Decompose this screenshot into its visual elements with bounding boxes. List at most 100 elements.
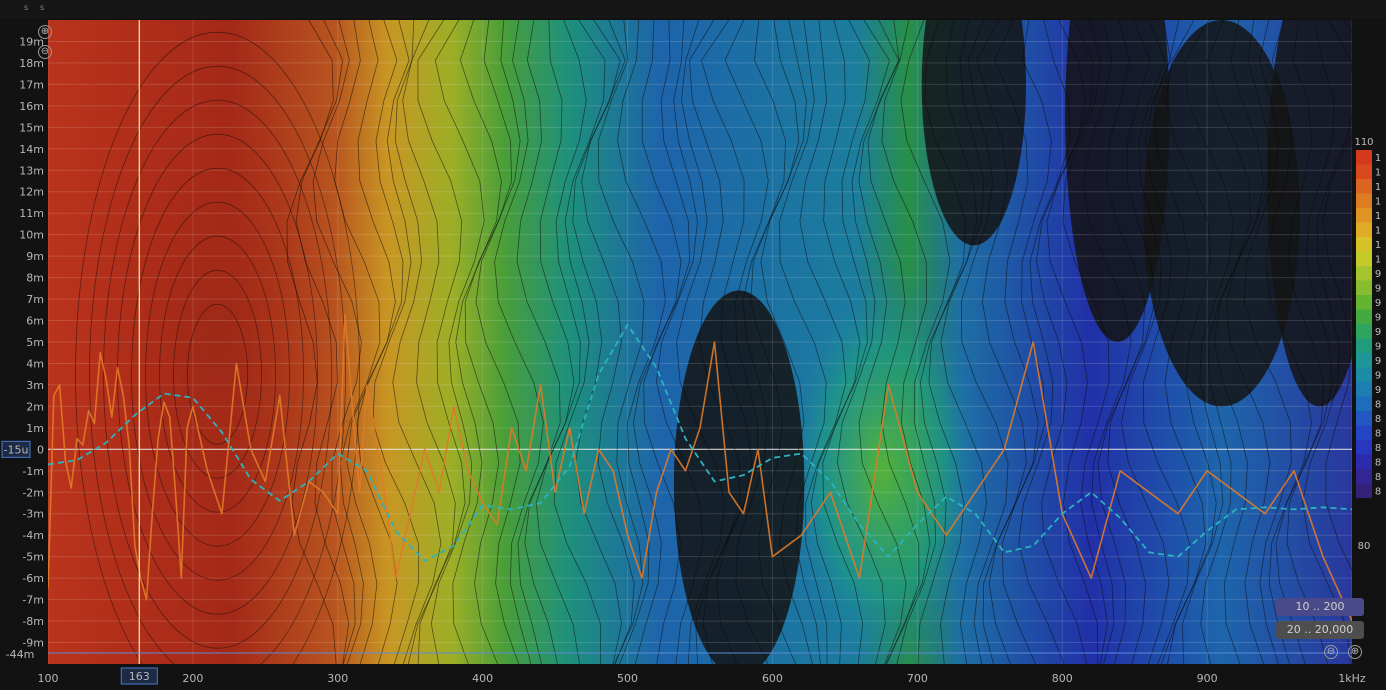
color-band-label: 1 (1375, 182, 1381, 193)
y-tick-label: 9m (26, 250, 44, 263)
color-band (1356, 367, 1372, 382)
color-band (1356, 454, 1372, 469)
color-band (1356, 179, 1372, 194)
color-band-label: 9 (1375, 342, 1381, 353)
cursor-x-value: 163 (129, 670, 150, 683)
color-band-label: 9 (1375, 313, 1381, 324)
heatmap-layer (48, 20, 1352, 664)
color-band-label: 1 (1375, 255, 1381, 266)
y-tick-label: 2m (26, 400, 44, 413)
color-band (1356, 251, 1372, 266)
color-band-label: 9 (1375, 284, 1381, 295)
color-band-label: 8 (1375, 400, 1381, 411)
spectrogram-chart[interactable]: 163-15u-44m 19m18m17m16m15m14m13m12m11m1… (0, 0, 1386, 690)
color-band-label: 8 (1375, 472, 1381, 483)
x-tick-label: 900 (1197, 672, 1218, 685)
color-band (1356, 266, 1372, 281)
y-tick-label: 10m (19, 229, 44, 242)
color-scale: 1 1 1 1 1 1 1 1 9 9 9 9 9 9 9 9 9 8 8 8 8 8 8 8 110 80 (1354, 137, 1381, 552)
color-band (1356, 164, 1372, 179)
y-tick-label: 6m (26, 315, 44, 328)
color-band-label: 1 (1375, 197, 1381, 208)
color-band-label: 8 (1375, 458, 1381, 469)
x-tick-label: 400 (472, 672, 493, 685)
color-band-label: 8 (1375, 487, 1381, 498)
color-band-label: 1 (1375, 153, 1381, 164)
color-band (1356, 483, 1372, 498)
y-tick-label: 3m (26, 379, 44, 392)
zoom-in-icon[interactable]: ⊕ (38, 25, 52, 39)
y-tick-label: 4m (26, 357, 44, 370)
y-tick-label: 1m (26, 422, 44, 435)
color-band (1356, 222, 1372, 237)
color-band-label: 1 (1375, 168, 1381, 179)
y-tick-label: 7m (26, 293, 44, 306)
y-tick-label: 15m (19, 121, 44, 134)
x-tick-label: 700 (907, 672, 928, 685)
color-band (1356, 353, 1372, 368)
x-tick-label: 100 (38, 672, 59, 685)
x-tick-label: 500 (617, 672, 638, 685)
color-band (1356, 338, 1372, 353)
x-tick-label: 300 (327, 672, 348, 685)
y-tick-label: -4m (22, 529, 44, 542)
y-tick-label: 12m (19, 186, 44, 199)
color-band (1356, 411, 1372, 426)
color-scale-max: 110 (1354, 137, 1373, 148)
color-band-label: 1 (1375, 226, 1381, 237)
x-tick-label: 1kHz (1338, 672, 1366, 685)
color-band (1356, 237, 1372, 252)
y-tick-label: 16m (19, 100, 44, 113)
y-tick-label: -6m (22, 572, 44, 585)
zoom-out-icon[interactable]: ⊖ (38, 45, 52, 59)
y-tick-label: 11m (19, 207, 44, 220)
range-button-20-20000[interactable]: 20 .. 20,000 (1276, 621, 1364, 639)
heatmap-gap (673, 290, 805, 664)
color-band (1356, 440, 1372, 455)
color-band (1356, 324, 1372, 339)
cursor-y-value: -15u (4, 443, 29, 456)
y-tick-label: 0 (37, 443, 44, 456)
color-band (1356, 469, 1372, 484)
y-tick-label: -3m (22, 508, 44, 521)
y-tick-label: 14m (19, 143, 44, 156)
color-band (1356, 193, 1372, 208)
color-band-label: 8 (1375, 429, 1381, 440)
y-tick-label: -7m (22, 594, 44, 607)
color-scale-min: 80 (1358, 541, 1371, 552)
x-tick-label: 600 (762, 672, 783, 685)
color-band-label: 9 (1375, 356, 1381, 367)
color-band-label: 1 (1375, 211, 1381, 222)
color-band-label: 1 (1375, 240, 1381, 251)
y-tick-label: -8m (22, 615, 44, 628)
color-band-label: 9 (1375, 371, 1381, 382)
color-band (1356, 280, 1372, 295)
range-button-10-200[interactable]: 10 .. 200 (1276, 598, 1364, 616)
y-tick-label: 17m (19, 78, 44, 91)
color-band (1356, 309, 1372, 324)
color-band (1356, 295, 1372, 310)
y-axis: 19m18m17m16m15m14m13m12m11m10m9m8m7m6m5m… (19, 35, 44, 649)
color-band-label: 9 (1375, 269, 1381, 280)
x-tick-label: 200 (182, 672, 203, 685)
color-band (1356, 208, 1372, 223)
y-tick-label: 13m (19, 164, 44, 177)
zoom-out-icon[interactable]: ⊖ (1324, 645, 1338, 659)
color-band-label: 9 (1375, 327, 1381, 338)
color-band (1356, 150, 1372, 165)
x-tick-label: 800 (1052, 672, 1073, 685)
zoom-in-icon[interactable]: ⊕ (1348, 645, 1362, 659)
y-tick-label: 8m (26, 272, 44, 285)
color-band-label: 9 (1375, 298, 1381, 309)
color-band-label: 9 (1375, 385, 1381, 396)
color-band-label: 8 (1375, 443, 1381, 454)
x-axis: 100 200 300 400 500 600 700 800 900 1kHz (38, 672, 1366, 685)
y-tick-label: 5m (26, 336, 44, 349)
y-tick-label: -1m (22, 465, 44, 478)
lower-marker-value: -44m (6, 648, 35, 661)
color-band (1356, 382, 1372, 397)
color-band-label: 8 (1375, 414, 1381, 425)
y-tick-label: -9m (22, 637, 44, 650)
color-band (1356, 425, 1372, 440)
y-tick-label: -2m (22, 486, 44, 499)
